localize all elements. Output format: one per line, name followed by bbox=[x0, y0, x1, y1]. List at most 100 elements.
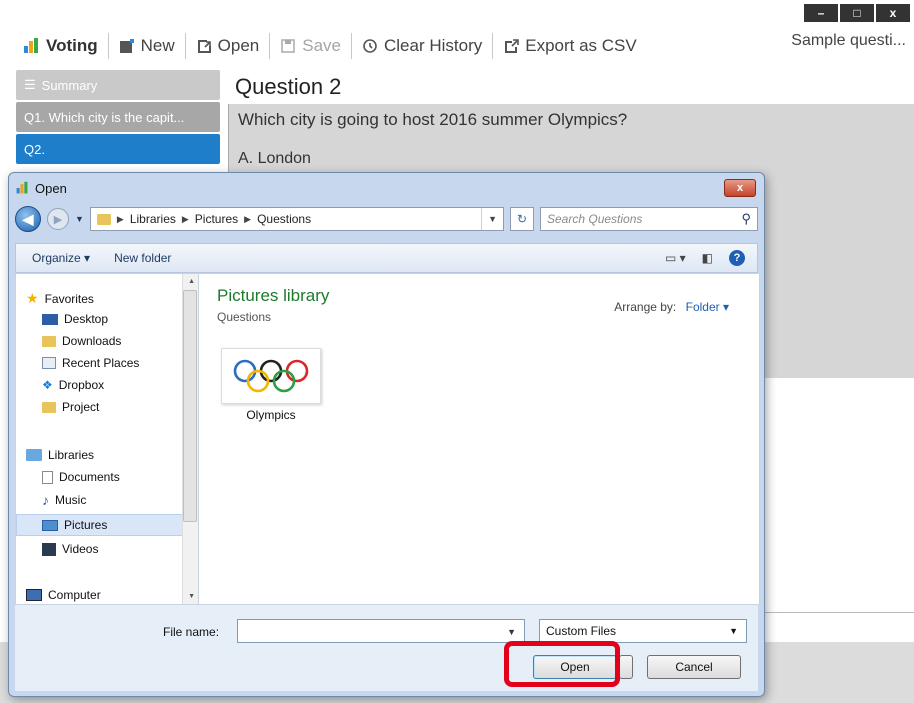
new-label: New bbox=[140, 36, 175, 55]
address-dropdown-icon[interactable]: ▼ bbox=[481, 208, 503, 230]
nav-item-recent-places[interactable]: Recent Places bbox=[42, 356, 139, 370]
libraries-icon bbox=[26, 449, 42, 461]
documents-icon bbox=[42, 470, 53, 484]
arrange-by: Arrange by: Folder ▾ bbox=[614, 300, 729, 314]
clear-history-button[interactable]: Clear History bbox=[352, 32, 492, 60]
summary-item[interactable]: ☰ Summary bbox=[16, 70, 220, 100]
music-icon: ♪ bbox=[42, 492, 49, 508]
save-label: Save bbox=[302, 36, 341, 55]
open-toolbar-button[interactable]: Open bbox=[186, 32, 270, 60]
file-name-label[interactable]: Olympics bbox=[221, 408, 321, 422]
app-title: Voting bbox=[12, 32, 108, 60]
nav-item-documents[interactable]: Documents bbox=[42, 470, 120, 484]
dropbox-icon: ❖ bbox=[42, 378, 53, 392]
recent-pages-dropdown-icon[interactable]: ▼ bbox=[75, 214, 84, 224]
library-title: Pictures library bbox=[217, 286, 330, 305]
address-row: ◀ ▶ ▼ ▶ Libraries ▶ Pictures ▶ Questions… bbox=[15, 205, 758, 233]
sample-questions-label: Sample questi... bbox=[791, 32, 906, 49]
chevron-down-icon[interactable]: ▼ bbox=[507, 627, 516, 637]
list-icon: ☰ bbox=[24, 77, 36, 92]
nav-item-project[interactable]: Project bbox=[42, 400, 99, 414]
app-title-label: Voting bbox=[46, 36, 98, 55]
library-subtitle: Questions bbox=[217, 310, 272, 324]
close-app-button[interactable]: x bbox=[876, 4, 910, 22]
preview-pane-icon[interactable]: ◧ bbox=[702, 251, 713, 265]
file-type-value: Custom Files bbox=[546, 624, 617, 638]
answer-option[interactable]: A. London bbox=[238, 150, 311, 168]
minimize-button[interactable]: – bbox=[804, 4, 838, 22]
arrange-label: Arrange by: bbox=[614, 300, 677, 314]
export-icon bbox=[505, 39, 520, 53]
breadcrumb-libraries[interactable]: Libraries bbox=[130, 212, 176, 226]
new-button[interactable]: New bbox=[109, 32, 185, 60]
nav-item-favorites[interactable]: ★ Favorites bbox=[26, 290, 94, 307]
file-content-pane: Pictures library Questions Arrange by: F… bbox=[199, 273, 760, 605]
nav-label: Favorites bbox=[44, 291, 94, 306]
file-name-input[interactable]: ▼ bbox=[237, 619, 525, 643]
pictures-icon bbox=[42, 519, 58, 531]
recent-places-icon bbox=[42, 357, 56, 369]
nav-label: Dropbox bbox=[58, 378, 105, 392]
nav-item-libraries[interactable]: Libraries bbox=[26, 448, 94, 462]
breadcrumb-questions[interactable]: Questions bbox=[257, 212, 311, 226]
refresh-button[interactable]: ↻ bbox=[510, 207, 534, 231]
view-controls: ▭ ▾ ◧ ? bbox=[665, 250, 757, 266]
file-name-field-label: File name: bbox=[163, 625, 220, 639]
breadcrumb-pictures[interactable]: Pictures bbox=[195, 212, 238, 226]
back-button[interactable]: ◀ bbox=[15, 206, 41, 232]
open-button-highlight bbox=[504, 641, 620, 687]
cancel-button[interactable]: Cancel bbox=[647, 655, 741, 679]
maximize-button[interactable]: □ bbox=[840, 4, 874, 22]
folder-icon bbox=[96, 213, 111, 225]
open-icon bbox=[197, 40, 211, 53]
scroll-up-icon[interactable]: ▲ bbox=[188, 278, 195, 285]
dialog-footer: File name: ▼ Custom Files ▼ Open Cancel bbox=[15, 605, 758, 691]
nav-label: Libraries bbox=[48, 448, 95, 462]
nav-scrollbar[interactable]: ▲ ▼ bbox=[182, 274, 198, 604]
question-title: Question 2 bbox=[228, 70, 914, 104]
address-bar[interactable]: ▶ Libraries ▶ Pictures ▶ Questions ▼ bbox=[89, 207, 504, 231]
search-input[interactable]: Search Questions ⚲ bbox=[540, 207, 758, 231]
dialog-app-icon bbox=[16, 181, 28, 194]
nav-label: Recent Places bbox=[62, 356, 140, 370]
scroll-down-icon[interactable]: ▼ bbox=[188, 593, 195, 600]
chevron-right-icon: ▶ bbox=[181, 213, 189, 224]
nav-item-dropbox[interactable]: ❖ Dropbox bbox=[42, 378, 104, 392]
nav-item-music[interactable]: ♪ Music bbox=[42, 492, 86, 508]
nav-item-downloads[interactable]: Downloads bbox=[42, 334, 121, 348]
nav-item-videos[interactable]: Videos bbox=[42, 542, 98, 556]
downloads-folder-icon bbox=[42, 335, 56, 347]
forward-button[interactable]: ▶ bbox=[47, 208, 69, 230]
open-options-button[interactable] bbox=[619, 655, 633, 679]
scrollbar-thumb[interactable] bbox=[183, 290, 197, 522]
nav-item-desktop[interactable]: Desktop bbox=[42, 312, 108, 326]
question-text: Which city is going to host 2016 summer … bbox=[238, 110, 628, 129]
help-icon[interactable]: ? bbox=[729, 250, 745, 266]
save-button[interactable]: Save bbox=[270, 32, 351, 60]
refresh-icon: ↻ bbox=[516, 212, 528, 226]
question-item-2[interactable]: Q2. bbox=[16, 134, 220, 164]
export-csv-button[interactable]: Export as CSV bbox=[493, 32, 647, 60]
nav-label: Music bbox=[55, 493, 87, 507]
question-item-1[interactable]: Q1. Which city is the capit... bbox=[16, 102, 220, 132]
new-folder-button[interactable]: New folder bbox=[114, 251, 171, 265]
search-placeholder: Search Questions bbox=[547, 212, 643, 226]
voting-app-icon bbox=[24, 38, 38, 53]
nav-item-pictures[interactable]: Pictures bbox=[16, 514, 184, 536]
olympic-rings-image bbox=[233, 359, 309, 393]
arrange-dropdown[interactable]: Folder ▾ bbox=[686, 300, 729, 314]
question-list: ☰ Summary Q1. Which city is the capit...… bbox=[16, 70, 220, 166]
nav-item-computer[interactable]: Computer bbox=[26, 588, 101, 602]
navigation-pane: ★ Favorites Desktop Downloads Recent Pla… bbox=[15, 273, 199, 605]
nav-label: Project bbox=[62, 400, 100, 414]
desktop-icon bbox=[42, 313, 58, 325]
file-thumbnail[interactable] bbox=[221, 348, 321, 404]
summary-label: Summary bbox=[41, 77, 98, 93]
dialog-titlebar: Open bbox=[9, 173, 764, 203]
file-type-select[interactable]: Custom Files ▼ bbox=[539, 619, 747, 643]
organize-button[interactable]: Organize ▾ bbox=[32, 251, 90, 265]
dialog-close-button[interactable]: x bbox=[724, 179, 756, 197]
change-view-icon[interactable]: ▭ ▾ bbox=[665, 251, 686, 265]
export-csv-label: Export as CSV bbox=[525, 36, 637, 55]
history-icon bbox=[363, 39, 377, 53]
